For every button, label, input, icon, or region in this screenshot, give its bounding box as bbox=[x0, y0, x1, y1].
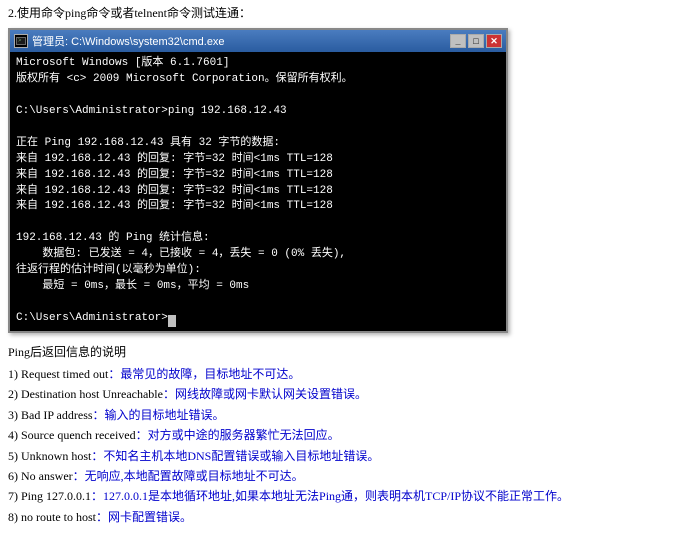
cmd-window: 管理员: C:\Windows\system32\cmd.exe _ □ ✕ M… bbox=[8, 28, 508, 333]
list-item: 1) Request timed out：最常见的故障，目标地址不可达。 bbox=[8, 364, 665, 384]
ping-section-title: Ping后返回信息的说明 bbox=[8, 343, 665, 360]
page-container: 2.使用命令ping命令或者telnent命令测试连通： 管理员: C:\Win… bbox=[0, 0, 673, 537]
item-desc-5: ：不知名主机本地DNS配置错误或输入目标地址错误。 bbox=[91, 449, 379, 463]
item-num-7: 7) bbox=[8, 489, 21, 503]
item-label-6: No answer bbox=[21, 469, 73, 483]
item-label-3: Bad IP address bbox=[21, 408, 93, 422]
cmd-line-9: 来自 192.168.12.43 的回复: 字节=32 时间<1ms TTL=1… bbox=[16, 184, 500, 200]
item-label-4: Source quench received bbox=[21, 428, 136, 442]
item-desc-2: ：网线故障或网卡默认网关设置错误。 bbox=[163, 387, 367, 401]
cmd-line-14: 往返行程的估计时间(以毫秒为单位): bbox=[16, 263, 500, 279]
list-item: 6) No answer：无响应,本地配置故障或目标地址不可达。 bbox=[8, 466, 665, 486]
item-desc-3: ：输入的目标地址错误。 bbox=[93, 408, 225, 422]
list-item: 4) Source quench received：对方或中途的服务器繁忙无法回… bbox=[8, 425, 665, 445]
cmd-line-1: Microsoft Windows [版本 6.1.7601] bbox=[16, 56, 500, 72]
item-num-4: 4) bbox=[8, 428, 21, 442]
cmd-titlebar: 管理员: C:\Windows\system32\cmd.exe _ □ ✕ bbox=[10, 30, 506, 52]
item-num-1: 1) bbox=[8, 367, 21, 381]
instruction-line: 2.使用命令ping命令或者telnent命令测试连通： bbox=[8, 4, 665, 22]
cmd-window-controls: _ □ ✕ bbox=[450, 34, 502, 48]
cmd-app-icon bbox=[14, 34, 28, 48]
maximize-button[interactable]: □ bbox=[468, 34, 484, 48]
item-num-6: 6) bbox=[8, 469, 21, 483]
cmd-line-10: 来自 192.168.12.43 的回复: 字节=32 时间<1ms TTL=1… bbox=[16, 199, 500, 215]
cmd-line-11 bbox=[16, 215, 500, 231]
cmd-title-text: 管理员: C:\Windows\system32\cmd.exe bbox=[32, 33, 225, 49]
ping-info-section: Ping后返回信息的说明 1) Request timed out：最常见的故障… bbox=[8, 343, 665, 527]
item-label-8: no route to host bbox=[21, 510, 96, 524]
cmd-line-13: 数据包: 已发送 = 4，已接收 = 4，丢失 = 0 (0% 丢失), bbox=[16, 247, 500, 263]
close-button[interactable]: ✕ bbox=[486, 34, 502, 48]
item-num-2: 2) bbox=[8, 387, 21, 401]
item-label-7: Ping 127.0.0.1 bbox=[21, 489, 91, 503]
cmd-line-17: C:\Users\Administrator> bbox=[16, 311, 500, 327]
cmd-line-12: 192.168.12.43 的 Ping 统计信息: bbox=[16, 231, 500, 247]
cmd-line-6: 正在 Ping 192.168.12.43 具有 32 字节的数据: bbox=[16, 136, 500, 152]
item-desc-6: ：无响应,本地配置故障或目标地址不可达。 bbox=[73, 469, 304, 483]
list-item: 7) Ping 127.0.0.1：127.0.0.1是本地循环地址,如果本地址… bbox=[8, 486, 665, 506]
cmd-body: Microsoft Windows [版本 6.1.7601] 版权所有 <c>… bbox=[10, 52, 506, 331]
cmd-line-2: 版权所有 <c> 2009 Microsoft Corporation。保留所有… bbox=[16, 72, 500, 88]
cmd-titlebar-left: 管理员: C:\Windows\system32\cmd.exe bbox=[14, 33, 225, 49]
cmd-line-7: 来自 192.168.12.43 的回复: 字节=32 时间<1ms TTL=1… bbox=[16, 152, 500, 168]
item-label-5: Unknown host bbox=[21, 449, 91, 463]
list-item: 5) Unknown host：不知名主机本地DNS配置错误或输入目标地址错误。 bbox=[8, 446, 665, 466]
cmd-line-15: 最短 = 0ms，最长 = 0ms，平均 = 0ms bbox=[16, 279, 500, 295]
list-item: 3) Bad IP address：输入的目标地址错误。 bbox=[8, 405, 665, 425]
item-desc-4: ：对方或中途的服务器繁忙无法回应。 bbox=[136, 428, 340, 442]
item-desc-7: ：127.0.0.1是本地循环地址,如果本地址无法Ping通，则表明本机TCP/… bbox=[91, 489, 569, 503]
item-label-2: Destination host Unreachable bbox=[21, 387, 163, 401]
cmd-cursor bbox=[168, 315, 176, 327]
ping-list: 1) Request timed out：最常见的故障，目标地址不可达。 2) … bbox=[8, 364, 665, 527]
cmd-line-4: C:\Users\Administrator>ping 192.168.12.4… bbox=[16, 104, 500, 120]
minimize-button[interactable]: _ bbox=[450, 34, 466, 48]
cmd-line-8: 来自 192.168.12.43 的回复: 字节=32 时间<1ms TTL=1… bbox=[16, 168, 500, 184]
item-desc-8: ：网卡配置错误。 bbox=[96, 510, 192, 524]
cmd-line-16 bbox=[16, 295, 500, 311]
item-num-3: 3) bbox=[8, 408, 21, 422]
list-item: 2) Destination host Unreachable：网线故障或网卡默… bbox=[8, 384, 665, 404]
item-num-5: 5) bbox=[8, 449, 21, 463]
cmd-line-5 bbox=[16, 120, 500, 136]
item-label-1: Request timed out bbox=[21, 367, 108, 381]
cmd-line-3 bbox=[16, 88, 500, 104]
item-num-8: 8) bbox=[8, 510, 21, 524]
list-item: 8) no route to host：网卡配置错误。 bbox=[8, 507, 665, 527]
item-desc-1: ：最常见的故障，目标地址不可达。 bbox=[108, 367, 300, 381]
